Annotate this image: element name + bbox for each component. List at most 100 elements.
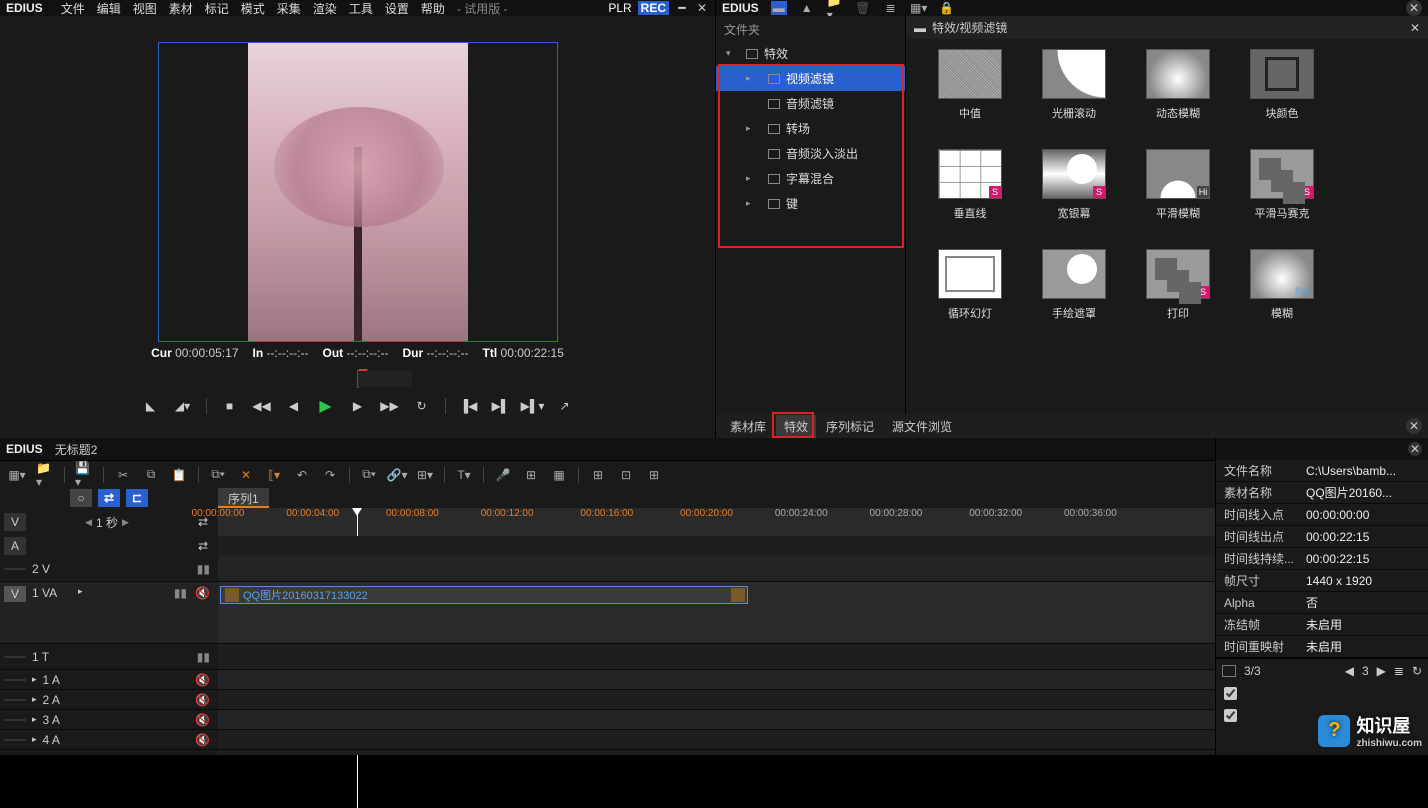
fx-item[interactable]: S宽银幕: [1024, 149, 1124, 221]
play-icon[interactable]: ▶: [317, 397, 335, 415]
menu-mode[interactable]: 模式: [241, 0, 265, 17]
prev-edit-icon[interactable]: ▶▌▾: [524, 397, 542, 415]
tab-bin[interactable]: 素材库: [722, 415, 774, 438]
paste-insert-icon[interactable]: ⧉▾: [209, 466, 227, 484]
audio-patch[interactable]: A: [4, 537, 26, 555]
voice-over-icon[interactable]: 🎤: [494, 466, 512, 484]
go-in-icon[interactable]: ▐◀: [460, 397, 478, 415]
prev-page-icon[interactable]: ◀: [1345, 664, 1354, 678]
close-icon[interactable]: ✕: [1410, 21, 1420, 35]
group-icon[interactable]: ⧉▾: [360, 466, 378, 484]
fx-item[interactable]: 块颜色: [1232, 49, 1332, 121]
set-out-icon[interactable]: ◢▾: [174, 397, 192, 415]
fx-item[interactable]: S平滑马赛克: [1232, 149, 1332, 221]
copy-icon[interactable]: ⧉: [142, 466, 160, 484]
link-icon[interactable]: 🔗▾: [388, 466, 406, 484]
tree-root[interactable]: ▾特效: [716, 41, 905, 66]
folder-icon[interactable]: ▬: [771, 1, 787, 15]
fx-item[interactable]: 循环幻灯: [920, 249, 1020, 321]
fx-item[interactable]: 中值: [920, 49, 1020, 121]
render-icon[interactable]: ⊡: [617, 466, 635, 484]
panel-close-icon[interactable]: ✕: [1406, 0, 1422, 16]
menu-capture[interactable]: 采集: [277, 0, 301, 17]
track-lanes[interactable]: QQ图片20160317133022: [218, 556, 1215, 755]
fx-item[interactable]: 动态模糊: [1128, 49, 1228, 121]
fx-item[interactable]: S打印: [1128, 249, 1228, 321]
cut-icon[interactable]: ✂: [114, 466, 132, 484]
split-icon[interactable]: ⟦▾: [265, 466, 283, 484]
lock-icon[interactable]: 🔒: [939, 1, 955, 15]
refresh-icon[interactable]: ↻: [1412, 664, 1422, 678]
tree-item-audio-filter[interactable]: 音频滤镜: [716, 91, 905, 116]
go-out-icon[interactable]: ▶▌: [492, 397, 510, 415]
time-ruler[interactable]: 00:00:00:00 00:00:04:00 00:00:08:00 00:0…: [218, 508, 1215, 536]
prev-frame-icon[interactable]: ◀: [285, 397, 303, 415]
track-head-1va[interactable]: V1 VA▸▮▮🔇: [0, 582, 218, 644]
normalize-icon[interactable]: ⊞: [589, 466, 607, 484]
new-folder-icon[interactable]: 📁▾: [827, 1, 843, 15]
tree-item-video-filter[interactable]: ▸视频滤镜: [716, 66, 905, 91]
menu-tool[interactable]: 工具: [349, 0, 373, 17]
menu-render[interactable]: 渲染: [313, 0, 337, 17]
multicam-icon[interactable]: ⊞: [522, 466, 540, 484]
track-head-2a[interactable]: ▸2 A🔇: [0, 690, 218, 710]
tree-item-key[interactable]: ▸键: [716, 191, 905, 216]
video-patch[interactable]: V: [4, 513, 26, 531]
scrub-bar[interactable]: [357, 370, 359, 388]
grid-view-icon[interactable]: ▦▾: [911, 1, 927, 15]
tree-item-transition[interactable]: ▸转场: [716, 116, 905, 141]
set-in-icon[interactable]: ◣: [142, 397, 160, 415]
undo-icon[interactable]: ↶: [293, 466, 311, 484]
menu-settings[interactable]: 设置: [385, 0, 409, 17]
snap-icon[interactable]: ⊞▾: [416, 466, 434, 484]
tree-item-audio-fade[interactable]: 音频淡入淡出: [716, 141, 905, 166]
fast-forward-icon[interactable]: ▶▶: [381, 397, 399, 415]
menu-file[interactable]: 文件: [61, 0, 85, 17]
zoom-level[interactable]: ◀1 秒▶: [26, 514, 188, 531]
menu-view[interactable]: 视图: [133, 0, 157, 17]
menu-marker[interactable]: 标记: [205, 0, 229, 17]
fx-item[interactable]: S垂直线: [920, 149, 1020, 221]
folder-icon[interactable]: 📁▾: [36, 466, 54, 484]
track-head-3a[interactable]: ▸3 A🔇: [0, 710, 218, 730]
menu-edit[interactable]: 编辑: [97, 0, 121, 17]
tab-source-browser[interactable]: 源文件浏览: [884, 415, 960, 438]
mode-overwrite-icon[interactable]: ⊏: [126, 489, 148, 507]
timeline-clip[interactable]: QQ图片20160317133022: [220, 586, 748, 604]
fx-item[interactable]: Hi平滑模糊: [1128, 149, 1228, 221]
fx-item[interactable]: 模糊: [1232, 249, 1332, 321]
tab-seq-marker[interactable]: 序列标记: [818, 415, 882, 438]
redo-icon[interactable]: ↷: [321, 466, 339, 484]
layer-checkbox[interactable]: [1224, 687, 1237, 700]
loop-icon[interactable]: ↻: [413, 397, 431, 415]
fx-item[interactable]: 手绘遮罩: [1024, 249, 1124, 321]
close-icon[interactable]: ✕: [1408, 442, 1422, 456]
title-icon[interactable]: T▾: [455, 466, 473, 484]
export-icon[interactable]: ⊞: [645, 466, 663, 484]
sequence-tab[interactable]: 序列1: [218, 488, 269, 508]
list-icon[interactable]: ≣: [1394, 664, 1404, 678]
tree-item-title-mix[interactable]: ▸字幕混合: [716, 166, 905, 191]
menu-clip[interactable]: 素材: [169, 0, 193, 17]
mode-insert-icon[interactable]: ⇄: [98, 489, 120, 507]
close-icon[interactable]: ✕: [695, 1, 709, 15]
mode-normal-icon[interactable]: ○: [70, 489, 92, 507]
track-head-2v[interactable]: 2 V▮▮: [0, 556, 218, 582]
viewer-frame[interactable]: [158, 42, 558, 342]
track-head-1a[interactable]: ▸1 A🔇: [0, 670, 218, 690]
layer-checkbox[interactable]: [1224, 709, 1237, 722]
tab-effects[interactable]: 特效: [776, 415, 816, 438]
next-page-icon[interactable]: ▶: [1377, 664, 1386, 678]
ripple-delete-icon[interactable]: ✕: [237, 466, 255, 484]
paste-icon[interactable]: 📋: [170, 466, 188, 484]
new-seq-icon[interactable]: ▦▾: [8, 466, 26, 484]
loudness-icon[interactable]: ▦: [550, 466, 568, 484]
menu-help[interactable]: 帮助: [421, 0, 445, 17]
list-view-icon[interactable]: ≣: [883, 1, 899, 15]
fx-item[interactable]: 光栅滚动: [1024, 49, 1124, 121]
rewind-icon[interactable]: ◀◀: [253, 397, 271, 415]
track-head-4a[interactable]: ▸4 A🔇: [0, 730, 218, 750]
up-icon[interactable]: ▲: [799, 1, 815, 15]
stop-icon[interactable]: ■: [221, 397, 239, 415]
next-frame-icon[interactable]: ▶: [349, 397, 367, 415]
